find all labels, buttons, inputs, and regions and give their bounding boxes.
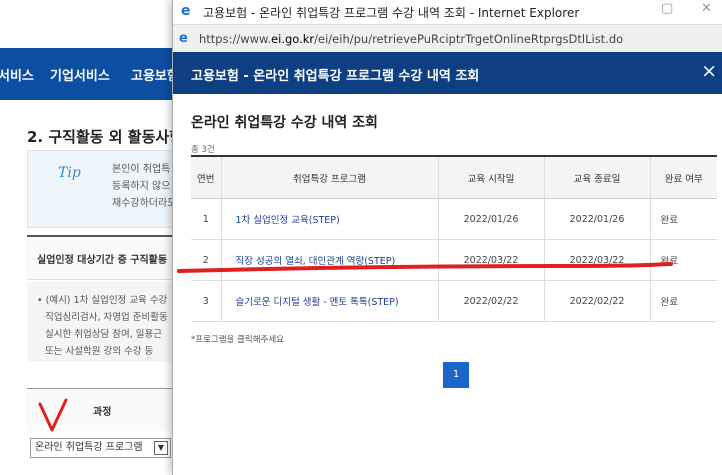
start-date: 2022/03/22 — [437, 239, 544, 281]
row-no: 2 — [191, 239, 221, 281]
internet-explorer-icon: e — [181, 3, 191, 19]
example-box: • (예시) 1차 실업인정 교육 수강 직업심리검사, 자영업 준비활동 실시… — [27, 282, 177, 362]
table-row: 1 1차 실업인정 교육(STEP) 2022/01/26 2022/01/26… — [191, 198, 717, 240]
click-program-note: *프로그램을 클릭해주세요 — [191, 335, 284, 345]
tip-label: Tip — [58, 165, 81, 181]
section-title: 온라인 취업특강 수강 내역 조회 — [191, 115, 378, 131]
window-close-icon[interactable]: ✕ — [701, 1, 712, 16]
header-status: 완료 여부 — [649, 155, 717, 199]
course-label: 과정 — [93, 407, 112, 418]
chevron-down-icon: ▼ — [154, 441, 168, 455]
bg-section-title: 2. 구직활동 외 활동사항 — [27, 128, 184, 146]
url-text[interactable]: https://www.ei.go.kr/ei/eih/pu/retrieveP… — [199, 32, 623, 46]
header-program: 취업특강 프로그램 — [220, 155, 438, 199]
status: 완료 — [649, 239, 717, 281]
end-date: 2022/02/22 — [543, 280, 650, 322]
row-no: 3 — [191, 280, 221, 322]
tip-box: Tip 본인이 취업특 등록하지 않으 재수강하더라도 — [27, 150, 179, 228]
tip-text: 본인이 취업특 등록하지 않으 재수강하더라도 — [112, 164, 177, 209]
total-count: 총 3건 — [191, 145, 215, 155]
popup-window: e 고용보험 - 온라인 취업특강 프로그램 수강 내역 조회 - Intern… — [172, 0, 722, 475]
program-table: 연번 취업특강 프로그램 교육 시작일 교육 종료일 완료 여부 1 1차 실업… — [191, 155, 717, 322]
site-icon: e — [179, 31, 188, 46]
red-checkmark-annotation — [38, 398, 68, 432]
header-no: 연번 — [191, 155, 221, 199]
end-date: 2022/01/26 — [543, 198, 650, 240]
modal-header: 고용보험 - 온라인 취업특강 프로그램 수강 내역 조회 × — [173, 52, 722, 94]
window-titlebar: e 고용보험 - 온라인 취업특강 프로그램 수강 내역 조회 - Intern… — [173, 0, 722, 22]
status: 완료 — [649, 280, 717, 322]
end-date: 2022/03/22 — [543, 239, 650, 281]
nav-item-service[interactable]: 서비스 — [0, 65, 34, 84]
program-link[interactable]: 슬기로운 디지털 생활 - 멘토 톡톡(STEP) — [236, 297, 399, 308]
program-link[interactable]: 직장 성공의 열쇠, 대인관계 역량(STEP) — [236, 256, 396, 267]
program-link[interactable]: 1차 실업인정 교육(STEP) — [236, 215, 340, 226]
course-select[interactable]: 온라인 취업특강 프로그램 ▼ — [30, 438, 171, 458]
minimize-icon[interactable]: ▢ — [661, 1, 673, 16]
row-no: 1 — [191, 198, 221, 240]
close-icon[interactable]: × — [701, 61, 717, 81]
table-header-row: 연번 취업특강 프로그램 교육 시작일 교육 종료일 완료 여부 — [191, 155, 717, 199]
status: 완료 — [649, 198, 717, 240]
start-date: 2022/01/26 — [437, 198, 544, 240]
header-start-date: 교육 시작일 — [437, 155, 544, 199]
pagination-page-button[interactable]: 1 — [443, 362, 469, 388]
table-row: 2 직장 성공의 열쇠, 대인관계 역량(STEP) 2022/03/22 20… — [191, 239, 717, 281]
modal-title: 고용보험 - 온라인 취업특강 프로그램 수강 내역 조회 — [191, 69, 480, 84]
nav-item-corporate-service[interactable]: 기업서비스 — [50, 65, 110, 84]
table-row: 3 슬기로운 디지털 생활 - 멘토 톡톡(STEP) 2022/02/22 2… — [191, 280, 717, 322]
address-bar[interactable]: e https://www.ei.go.kr/ei/eih/pu/retriev… — [173, 24, 722, 54]
start-date: 2022/02/22 — [437, 280, 544, 322]
window-title: 고용보험 - 온라인 취업특강 프로그램 수강 내역 조회 - Internet… — [203, 6, 580, 20]
activity-subheader: 실업인정 대상기간 중 구직활동 — [27, 235, 177, 280]
header-end-date: 교육 종료일 — [543, 155, 650, 199]
